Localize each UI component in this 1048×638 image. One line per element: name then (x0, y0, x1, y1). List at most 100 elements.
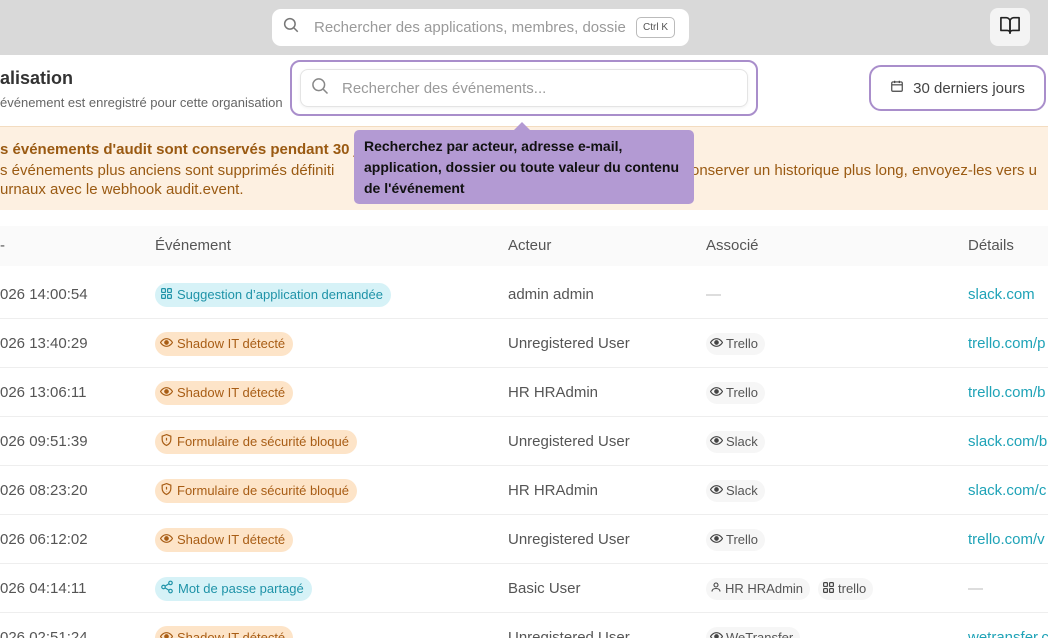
event-type-label: Shadow IT détecté (177, 385, 286, 400)
actor-name[interactable]: HR HRAdmin (508, 466, 598, 515)
details-empty: — (968, 580, 983, 597)
banner-line-2-left: s événements plus anciens sont supprimés… (0, 162, 335, 179)
event-search-box[interactable] (300, 69, 748, 107)
column-header-date[interactable]: - (0, 237, 5, 254)
actor-name[interactable]: Unregistered User (508, 515, 630, 564)
table-row[interactable]: 026 13:06:11 Shadow IT détecté HR HRAdmin T… (0, 368, 1048, 417)
details-link[interactable]: trello.com/v (968, 515, 1045, 564)
associated-label: Trello (726, 385, 759, 400)
eye-icon (709, 434, 726, 450)
associated-chip[interactable]: HR HRAdmin (706, 577, 811, 600)
date-range-label: 30 derniers jours (913, 79, 1025, 97)
table-header: - Événement Acteur Associé Détails (0, 226, 1048, 266)
event-type-badge[interactable]: Shadow IT détecté (155, 380, 294, 405)
associated-label: Trello (726, 336, 759, 351)
column-header-actor[interactable]: Acteur (508, 237, 551, 254)
associated-chip[interactable]: trello (818, 577, 874, 600)
event-timestamp: 026 09:51:39 (0, 433, 88, 450)
event-type-label: Formulaire de sécurité bloqué (177, 434, 349, 449)
event-type-badge[interactable]: Shadow IT détecté (155, 331, 294, 356)
associated-cell: WeTransfer (706, 613, 808, 638)
table-row[interactable]: 026 02:51:24 Shadow IT détecté Unregistere… (0, 613, 1048, 638)
associated-label: WeTransfer (726, 630, 794, 638)
page-title: alisation (0, 68, 74, 88)
event-type-badge[interactable]: Shadow IT détecté (155, 527, 294, 552)
column-header-associated[interactable]: Associé (706, 237, 759, 254)
docs-button[interactable] (990, 8, 1030, 46)
eye-icon (709, 532, 726, 548)
event-type-badge[interactable]: Suggestion d’application demandée (155, 282, 391, 307)
actor-name[interactable]: Unregistered User (508, 613, 630, 638)
details-link[interactable]: trello.com/p (968, 319, 1046, 368)
associated-cell: Trello (706, 368, 773, 417)
eye-icon (709, 630, 726, 638)
table-row[interactable]: 026 06:12:02 Shadow IT détecté Unregistere… (0, 515, 1048, 564)
associated-cell: Trello (706, 515, 773, 564)
event-type-badge[interactable]: Formulaire de sécurité bloqué (155, 478, 357, 503)
event-search-input[interactable] (342, 79, 722, 97)
share-icon (160, 580, 178, 597)
details-link[interactable]: slack.com (968, 270, 1035, 319)
table-row[interactable]: 026 09:51:39 Formulaire de sécurité bloqu… (0, 417, 1048, 466)
event-timestamp: 026 02:51:24 (0, 629, 88, 638)
page-subtitle: événement est enregistré pour cette orga… (0, 95, 283, 110)
shield-alert-icon (160, 433, 177, 450)
column-header-details[interactable]: Détails (968, 237, 1014, 254)
associated-chip[interactable]: Trello (706, 528, 766, 551)
eye-icon (159, 385, 177, 401)
associated-label: Slack (726, 483, 758, 498)
user-icon (710, 581, 725, 596)
table-row[interactable]: 026 14:00:54 Suggestion d’application dem… (0, 270, 1048, 319)
event-type-label: Mot de passe partagé (178, 581, 304, 596)
table-row[interactable]: 026 13:40:29 Shadow IT détecté Unregistere… (0, 319, 1048, 368)
event-timestamp: 026 04:14:11 (0, 580, 87, 597)
assoc-empty: — (706, 286, 721, 303)
associated-cell: — (706, 270, 721, 319)
associated-chip[interactable]: WeTransfer (706, 626, 801, 638)
search-icon (310, 76, 330, 101)
event-type-label: Shadow IT détecté (177, 630, 286, 638)
actor-name[interactable]: HR HRAdmin (508, 368, 598, 417)
actor-name[interactable]: Unregistered User (508, 319, 630, 368)
associated-label: Slack (726, 434, 758, 449)
global-search-placeholder: Rechercher des applications, membres, do… (314, 19, 626, 36)
event-type-label: Shadow IT détecté (177, 532, 286, 547)
event-timestamp: 026 06:12:02 (0, 531, 88, 548)
event-timestamp: 026 13:40:29 (0, 335, 88, 352)
actor-name[interactable]: Basic User (508, 564, 581, 613)
shortcut-hint: Ctrl K (636, 17, 675, 38)
actor-name[interactable]: Unregistered User (508, 417, 630, 466)
associated-label: trello (838, 581, 867, 596)
global-search-input[interactable]: Rechercher des applications, membres, do… (272, 9, 689, 46)
shield-alert-icon (160, 482, 177, 499)
search-tooltip: Recherchez par acteur, adresse e-mail, a… (354, 130, 694, 204)
event-type-label: Shadow IT détecté (177, 336, 286, 351)
associated-chip[interactable]: Trello (706, 332, 766, 355)
apps-icon (822, 581, 838, 597)
eye-icon (709, 336, 726, 352)
apps-icon (160, 287, 177, 303)
event-type-badge[interactable]: Mot de passe partagé (155, 576, 312, 601)
details-link[interactable]: slack.com/c (968, 466, 1046, 515)
date-range-button[interactable]: 30 derniers jours (869, 65, 1046, 111)
associated-chip[interactable]: Slack (706, 430, 765, 453)
event-type-label: Suggestion d’application demandée (177, 287, 383, 302)
search-icon (282, 16, 300, 39)
event-type-badge[interactable]: Formulaire de sécurité bloqué (155, 429, 357, 454)
tooltip-arrow (514, 122, 530, 130)
event-type-badge[interactable]: Shadow IT détecté (155, 625, 294, 638)
eye-icon (159, 532, 177, 548)
associated-label: Trello (726, 532, 759, 547)
associated-chip[interactable]: Slack (706, 479, 765, 502)
details-link[interactable]: wetransfer.c (968, 613, 1048, 638)
actor-name[interactable]: admin admin (508, 270, 594, 319)
table-row[interactable]: 026 04:14:11 Mot de passe partagé Basic Us… (0, 564, 1048, 613)
details-link[interactable]: trello.com/b (968, 368, 1046, 417)
column-header-event[interactable]: Événement (155, 237, 231, 254)
associated-cell: Slack (706, 417, 773, 466)
associated-cell: HR HRAdmin trello (706, 564, 881, 613)
table-row[interactable]: 026 08:23:20 Formulaire de sécurité bloqu… (0, 466, 1048, 515)
details-link[interactable]: slack.com/b (968, 417, 1047, 466)
associated-chip[interactable]: Trello (706, 381, 766, 404)
calendar-icon (890, 79, 913, 97)
